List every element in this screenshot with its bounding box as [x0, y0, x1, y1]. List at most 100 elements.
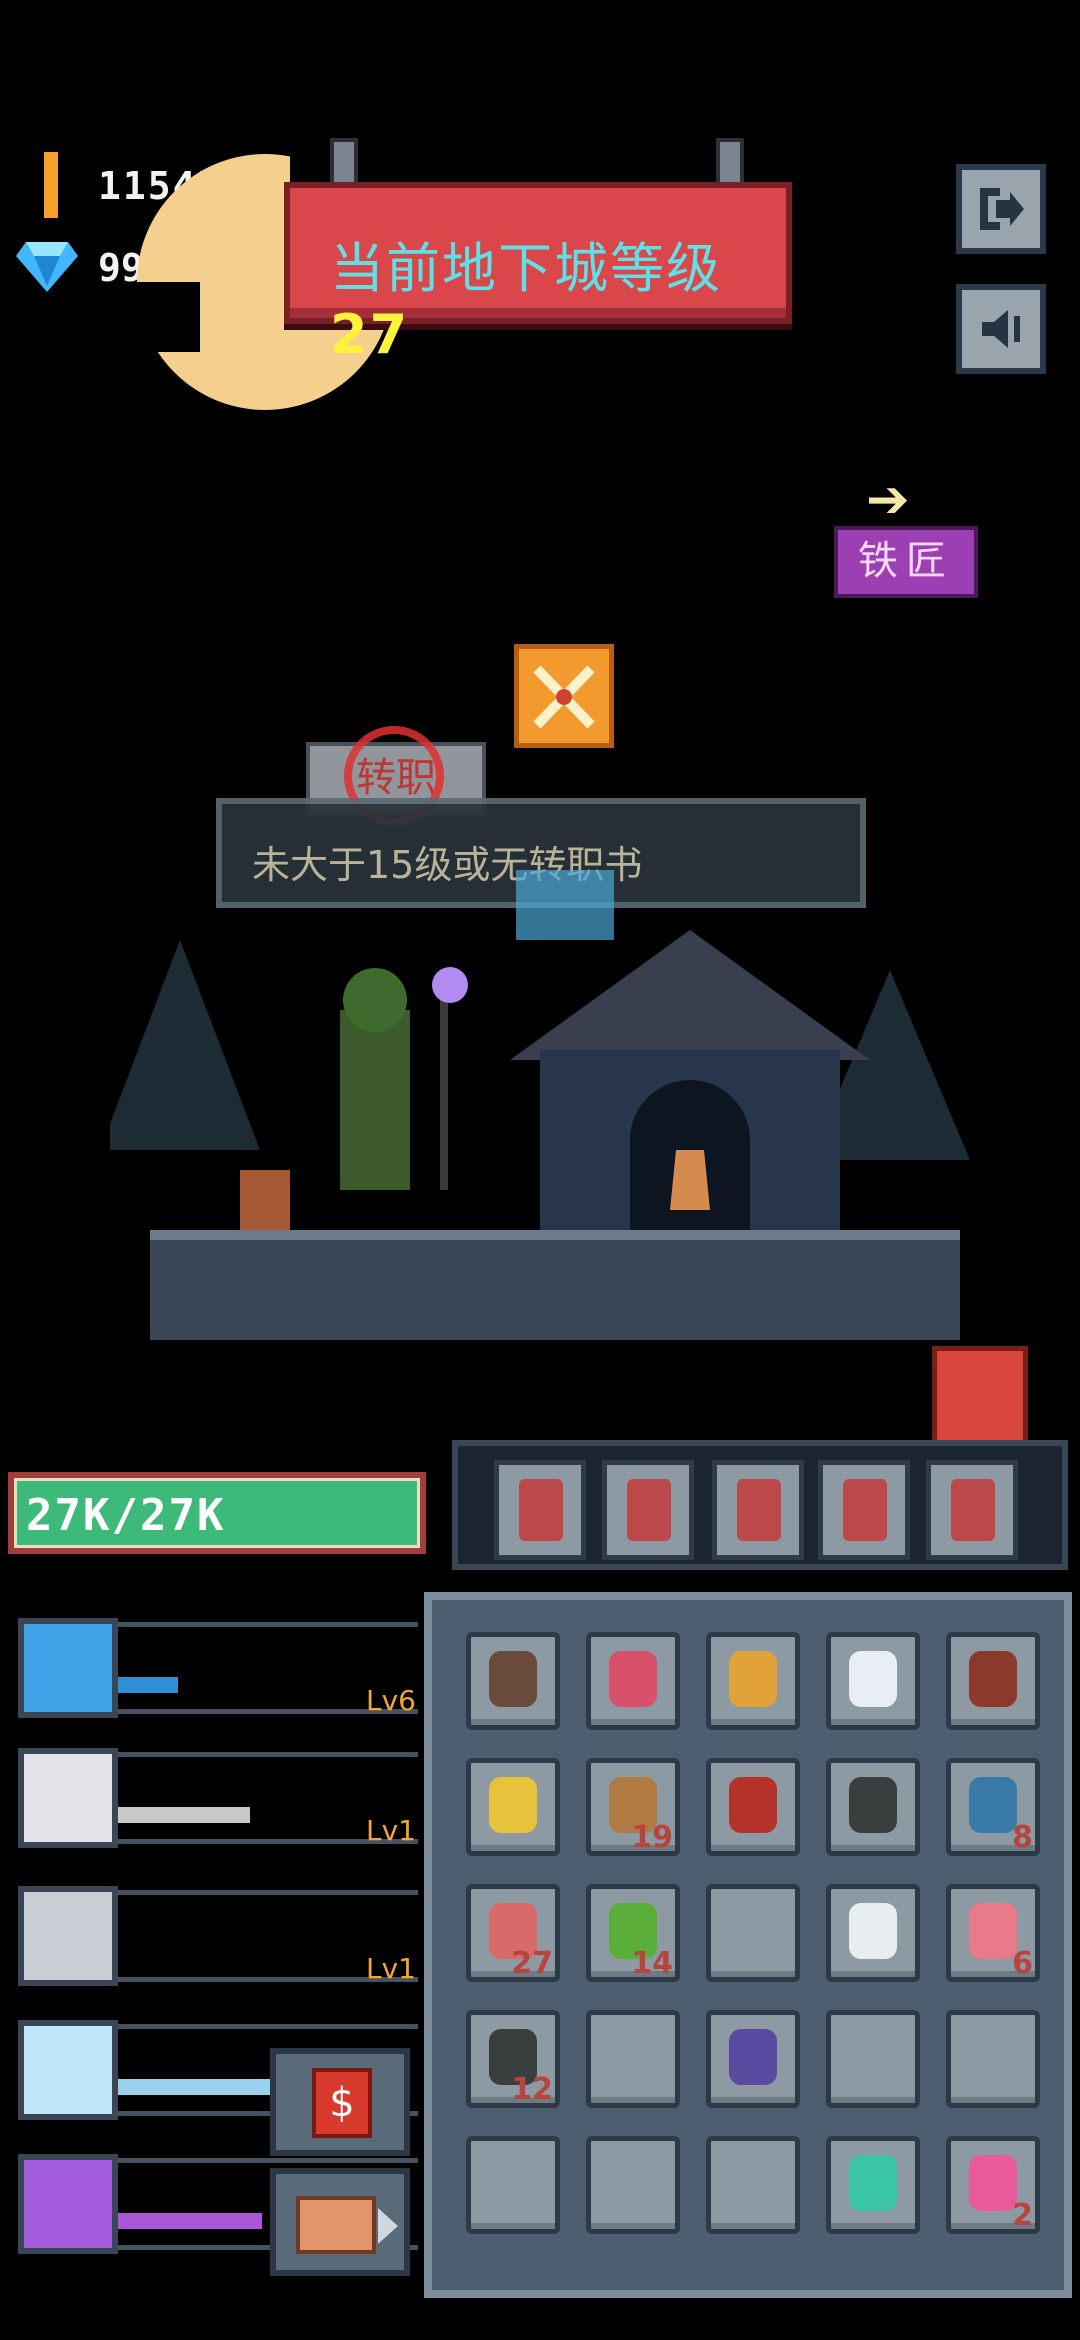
axe-icon [843, 1479, 887, 1541]
skill-level: Lv1 [366, 1814, 416, 1847]
sword-icon [18, 1886, 118, 1986]
equipment-slot-5[interactable] [926, 1460, 1018, 1560]
inventory-slot[interactable] [946, 2010, 1040, 2108]
gold-bar-icon [44, 152, 58, 218]
shrine-roof [510, 930, 870, 1060]
white-potion-icon [849, 1903, 897, 1959]
pink-scroll-icon [969, 2155, 1017, 2211]
exit-door-icon [980, 188, 1024, 230]
item-count: 6 [1012, 1946, 1033, 1981]
jester-hat-icon [609, 1651, 657, 1707]
item-count: 27 [511, 1946, 553, 1981]
inventory-slot[interactable]: 8 [946, 1758, 1040, 1856]
character-staff [440, 990, 448, 1190]
blacksmith-arrow-icon: ➔ [866, 470, 910, 530]
stone-ground [150, 1230, 960, 1340]
teal-scroll-icon [849, 2155, 897, 2211]
dungeon-level-number: 27 [330, 303, 410, 366]
inventory-slot[interactable] [826, 2136, 920, 2234]
arrows-icon [18, 2154, 118, 2254]
dungeon-level-banner: 当前地下城等级 27 [284, 182, 792, 366]
red-book-icon [729, 1777, 777, 1833]
bell-icon [670, 1150, 710, 1210]
inventory-slot[interactable] [706, 2010, 800, 2108]
speaker-icon [982, 310, 1020, 348]
skill-level: Lv1 [366, 1952, 416, 1985]
shop-button[interactable]: $ [270, 2048, 410, 2156]
pink-potion-icon [969, 1903, 1017, 1959]
skill-row[interactable]: Lv6 [18, 1618, 418, 1728]
equipment-slot-1[interactable] [494, 1460, 586, 1560]
inventory-slot[interactable] [706, 1632, 800, 1730]
dungeon-level-text: 当前地下城等级 27 [330, 224, 786, 366]
inventory-slot[interactable]: 12 [466, 2010, 560, 2108]
item-count: 19 [631, 1820, 673, 1855]
sound-button[interactable] [956, 284, 1046, 374]
inventory-slot[interactable] [466, 1758, 560, 1856]
shrine-scene [110, 930, 970, 1340]
inventory-slot[interactable] [586, 2010, 680, 2108]
inventory-slot[interactable]: 2 [946, 2136, 1040, 2234]
skill-book-icon[interactable] [932, 1346, 1028, 1446]
blacksmith-button[interactable]: 铁匠 [834, 526, 978, 598]
golden-staff-icon [489, 1777, 537, 1833]
staff-icon [18, 2020, 118, 2120]
skill-progress-fill [118, 2213, 262, 2229]
inventory-slot[interactable]: 27 [466, 1884, 560, 1982]
pine-tree-left [110, 940, 260, 1150]
inventory-slot[interactable] [946, 1632, 1040, 1730]
bow-icon [519, 1479, 563, 1541]
skill-progress-fill [118, 1677, 178, 1693]
inventory-slot[interactable]: 14 [586, 1884, 680, 1982]
inventory-slot[interactable] [826, 1758, 920, 1856]
exit-button[interactable] [956, 164, 1046, 254]
bow-icon [951, 1479, 995, 1541]
inventory-slot[interactable]: 6 [946, 1884, 1040, 1982]
item-count: 14 [631, 1946, 673, 1981]
ring-icon [489, 1651, 537, 1707]
inventory-slot[interactable] [466, 1632, 560, 1730]
inventory-slot[interactable] [826, 2010, 920, 2108]
inventory-slot[interactable] [706, 2136, 800, 2234]
beast-icon [18, 1748, 118, 1848]
skill-row[interactable]: Lv1 [18, 1886, 418, 1996]
inventory-slot[interactable] [826, 1884, 920, 1982]
gold-ring-icon [729, 1651, 777, 1707]
skill-progress-fill [118, 1807, 250, 1823]
item-count: 8 [1012, 1820, 1033, 1855]
inventory-slot[interactable] [706, 1758, 800, 1856]
item-count: 12 [511, 2072, 553, 2107]
inventory-slot[interactable] [586, 2136, 680, 2234]
inventory-slot[interactable] [706, 1884, 800, 1982]
chest-icon [296, 2196, 376, 2254]
character-body [340, 1010, 410, 1190]
staff-orb [432, 967, 468, 1003]
stone-icon [849, 1777, 897, 1833]
diamond-icon [16, 242, 78, 292]
equipment-slot-4[interactable] [818, 1460, 910, 1560]
crossed-feathers-icon[interactable] [514, 644, 614, 748]
character-hood [343, 968, 407, 1032]
equipment-slot-2[interactable] [602, 1460, 694, 1560]
inventory-slot[interactable]: 19 [586, 1758, 680, 1856]
inventory-panel: 19 8 27 14 6 12 2 [424, 1592, 1072, 2298]
arrow-right-icon [378, 2208, 398, 2244]
inventory-slot[interactable] [466, 2136, 560, 2234]
scroll-icon [737, 1479, 781, 1541]
flower-pot [240, 1170, 290, 1230]
skill-level: Lv6 [366, 1684, 416, 1717]
inventory-slot[interactable] [826, 1632, 920, 1730]
dollar-icon: $ [312, 2068, 372, 2138]
shield-icon [729, 2029, 777, 2085]
chest-button[interactable] [270, 2168, 410, 2276]
item-count: 2 [1012, 2198, 1033, 2233]
inventory-slot[interactable] [586, 1632, 680, 1730]
equipment-slot-3[interactable] [712, 1460, 804, 1560]
spellbook-icon [969, 1651, 1017, 1707]
shield-icon [627, 1479, 671, 1541]
skill-row[interactable]: Lv1 [18, 1748, 418, 1858]
blue-potion-icon [969, 1777, 1017, 1833]
hp-text: 27K/27K [26, 1490, 226, 1541]
silver-ring-icon [849, 1651, 897, 1707]
hp-bar: 27K/27K [8, 1472, 426, 1554]
